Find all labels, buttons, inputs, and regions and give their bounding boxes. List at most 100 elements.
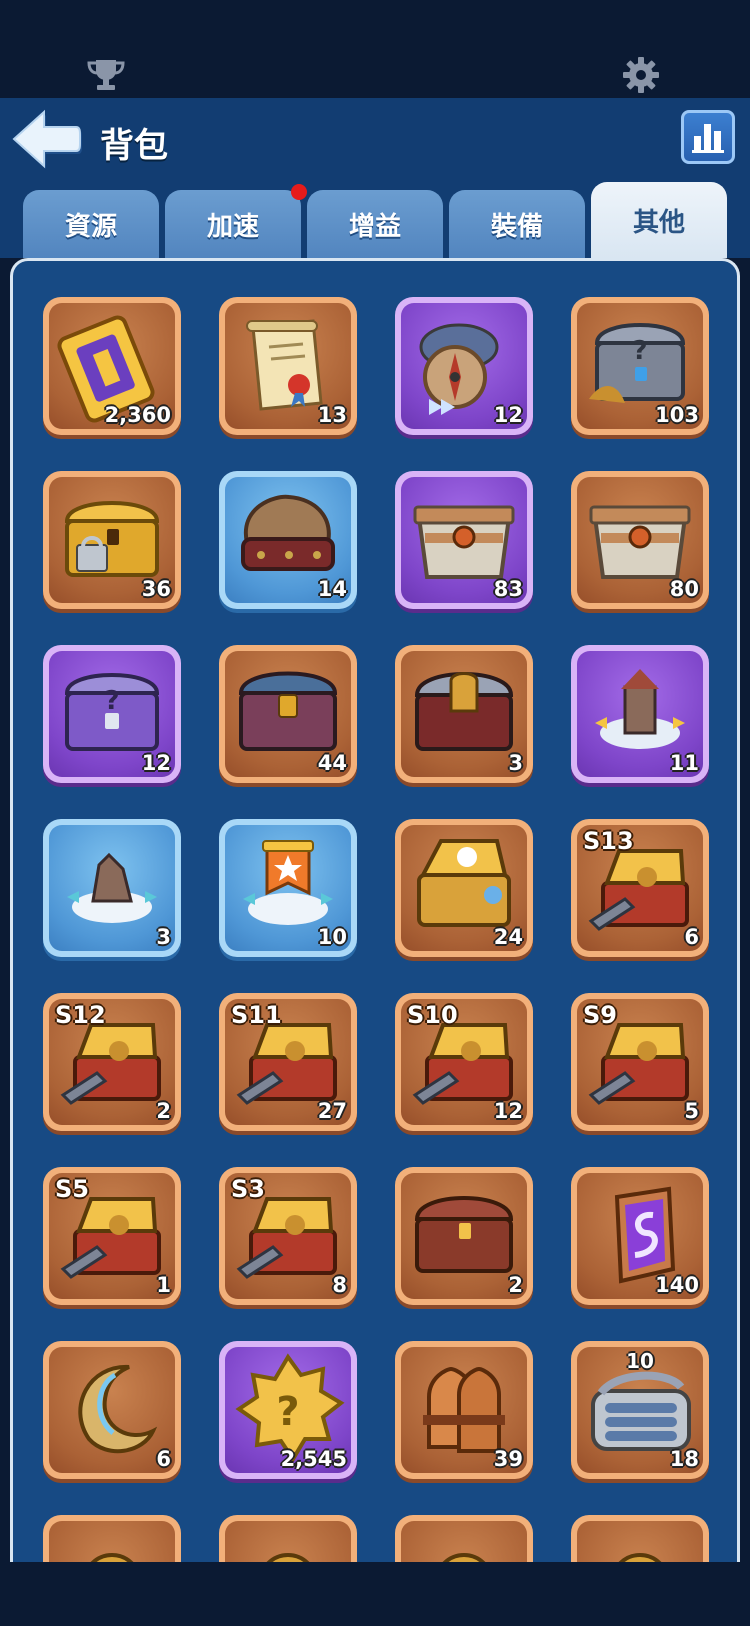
item-count: 83 xyxy=(493,577,523,601)
item-count: 12 xyxy=(493,403,523,427)
gear-icon[interactable] xyxy=(622,56,660,94)
top-bar xyxy=(0,0,750,98)
item-count: 18 xyxy=(669,1447,699,1471)
inventory-item[interactable]: 83 xyxy=(395,471,533,609)
item-frame: S11 27 xyxy=(225,999,351,1125)
inventory-item[interactable]: S12 2 xyxy=(43,993,181,1131)
inventory-item[interactable]: 39 xyxy=(395,1341,533,1479)
item-frame: 3 xyxy=(49,825,175,951)
item-count: 6 xyxy=(156,1447,171,1471)
item-count: 44 xyxy=(317,751,347,775)
season-label: S9 xyxy=(583,1001,617,1029)
season-label: S12 xyxy=(55,1001,106,1029)
item-frame: S12 2 xyxy=(49,999,175,1125)
item-count: 2 xyxy=(508,1273,523,1297)
trophy-icon[interactable] xyxy=(86,58,126,92)
inventory-item[interactable]: 36 xyxy=(43,471,181,609)
item-frame: 14 xyxy=(225,477,351,603)
item-frame: S3 8 xyxy=(225,1173,351,1299)
inventory-item[interactable]: 140 xyxy=(571,1167,709,1305)
svg-text:?: ? xyxy=(632,336,647,366)
inventory-item[interactable]: 14 xyxy=(219,471,357,609)
inventory-screen: 背包 資源 加速 增益 裝備 其他 2,360 13 12? 103 36 14 83 80?… xyxy=(0,0,750,1626)
tab-label: 資源 xyxy=(64,211,117,242)
inventory-item[interactable]: S9 5 xyxy=(571,993,709,1131)
inventory-item[interactable]: 80 xyxy=(571,471,709,609)
tab-other[interactable]: 其他 xyxy=(591,182,727,258)
inventory-item[interactable]: 3 xyxy=(395,645,533,783)
inventory-item[interactable] xyxy=(43,1515,181,1562)
inventory-item[interactable]: 6 xyxy=(43,1341,181,1479)
item-frame: 80 xyxy=(577,477,703,603)
stats-button[interactable] xyxy=(681,110,735,164)
inventory-item[interactable]: S13 6 xyxy=(571,819,709,957)
season-label: S10 xyxy=(407,1001,458,1029)
inventory-item[interactable]: S5 1 xyxy=(43,1167,181,1305)
inventory-item[interactable]: 10 18 xyxy=(571,1341,709,1479)
item-count: 1 xyxy=(156,1273,171,1297)
item-frame: 140 xyxy=(577,1173,703,1299)
season-label: S11 xyxy=(231,1001,282,1029)
partial-item-icon xyxy=(618,1553,662,1562)
inventory-item[interactable]: 44 xyxy=(219,645,357,783)
item-frame: 10 18 xyxy=(577,1347,703,1473)
inventory-item[interactable]: 10 xyxy=(219,819,357,957)
item-frame: S13 6 xyxy=(577,825,703,951)
inventory-item[interactable]: ? 103 xyxy=(571,297,709,435)
inventory-item[interactable] xyxy=(571,1515,709,1562)
inventory-item[interactable]: 3 xyxy=(43,819,181,957)
inventory-item[interactable]: 24 xyxy=(395,819,533,957)
tab-resources[interactable]: 資源 xyxy=(23,190,159,258)
item-count: 3 xyxy=(508,751,523,775)
inventory-item[interactable] xyxy=(219,1515,357,1562)
header-bar: 背包 xyxy=(0,98,750,182)
inventory-item[interactable]: 13 xyxy=(219,297,357,435)
item-frame: ? 103 xyxy=(577,303,703,429)
item-count: 6 xyxy=(684,925,699,949)
item-count: 12 xyxy=(493,1099,523,1123)
item-frame xyxy=(577,1521,703,1562)
item-count: 2 xyxy=(156,1099,171,1123)
inventory-item[interactable] xyxy=(395,1515,533,1562)
tab-speedups[interactable]: 加速 xyxy=(165,184,307,258)
item-frame: 3 xyxy=(401,651,527,777)
season-label: S5 xyxy=(55,1175,89,1203)
season-label: S3 xyxy=(231,1175,265,1203)
inventory-item[interactable]: 2,360 xyxy=(43,297,181,435)
partial-item-icon xyxy=(442,1553,486,1562)
category-tabs: 資源 加速 增益 裝備 其他 xyxy=(0,182,750,258)
inventory-panel: 2,360 13 12? 103 36 14 83 80? 12 44 3 11 3 10 24 S13 6 S1… xyxy=(10,258,740,1562)
item-count: 10 xyxy=(317,925,347,949)
tab-label: 加速 xyxy=(206,211,259,242)
item-count: 11 xyxy=(669,751,699,775)
tab-boosts[interactable]: 增益 xyxy=(307,190,443,258)
item-frame: 11 xyxy=(577,651,703,777)
item-frame: 24 xyxy=(401,825,527,951)
back-button[interactable] xyxy=(10,108,82,170)
item-frame: ? 2,545 xyxy=(225,1347,351,1473)
item-count: 39 xyxy=(493,1447,523,1471)
tab-label: 其他 xyxy=(632,207,685,238)
inventory-item[interactable]: 12 xyxy=(395,297,533,435)
tab-label: 增益 xyxy=(348,211,401,242)
inventory-item[interactable]: S3 8 xyxy=(219,1167,357,1305)
item-count: 2,545 xyxy=(280,1447,347,1471)
item-frame: 6 xyxy=(49,1347,175,1473)
inventory-item[interactable]: 2 xyxy=(395,1167,533,1305)
item-frame: 83 xyxy=(401,477,527,603)
item-frame: 36 xyxy=(49,477,175,603)
partial-item-icon xyxy=(266,1553,310,1562)
inventory-item[interactable]: ? 2,545 xyxy=(219,1341,357,1479)
partial-item-icon xyxy=(90,1553,134,1562)
item-top-count: 10 xyxy=(626,1349,654,1373)
inventory-item[interactable]: S10 12 xyxy=(395,993,533,1131)
item-frame xyxy=(401,1521,527,1562)
item-frame: ? 12 xyxy=(49,651,175,777)
inventory-item[interactable]: ? 12 xyxy=(43,645,181,783)
tab-equipment[interactable]: 裝備 xyxy=(449,190,585,258)
inventory-item[interactable]: 11 xyxy=(571,645,709,783)
svg-text:?: ? xyxy=(104,686,119,716)
item-frame: S5 1 xyxy=(49,1173,175,1299)
inventory-item[interactable]: S11 27 xyxy=(219,993,357,1131)
item-frame: 10 xyxy=(225,825,351,951)
